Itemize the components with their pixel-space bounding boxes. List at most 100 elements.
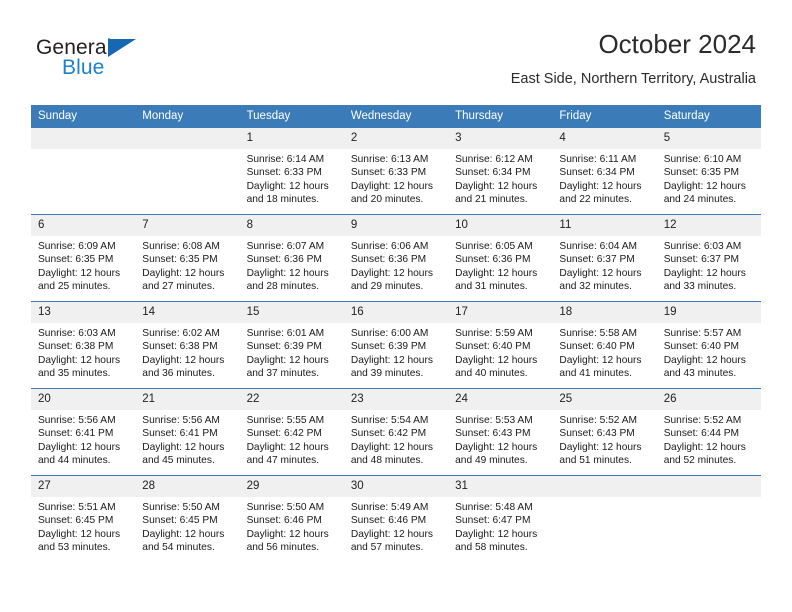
sunrise-text: Sunrise: 5:56 AM (38, 415, 116, 426)
daylight-text: Daylight: 12 hours (350, 267, 433, 279)
calendar-day-cell[interactable]: 14 Sunrise: 6:02 AM Sunset: 6:38 PM Dayligh… (135, 301, 240, 389)
weekday-header-row: Sunday Monday Tuesday Wednesday Thursday… (31, 105, 761, 128)
day-details: Sunrise: 6:10 AM Sunset: 6:35 PM Daylight:… (657, 149, 761, 207)
sunset-text: Sunset: 6:43 PM (455, 428, 531, 440)
daylight-text-cont: and 33 minutes. (663, 281, 737, 293)
day-number: 21 (135, 389, 240, 410)
calendar-day-cell[interactable]: 10 Sunrise: 6:05 AM Sunset: 6:36 PM Dayligh… (448, 214, 553, 302)
calendar-day-cell[interactable]: 11 Sunrise: 6:04 AM Sunset: 6:37 PM Dayligh… (552, 214, 657, 302)
daylight-text: Daylight: 12 hours (38, 354, 121, 366)
calendar-day-cell[interactable]: 28 Sunrise: 5:50 AM Sunset: 6:45 PM Dayligh… (135, 475, 240, 562)
calendar-day-cell[interactable]: 20 Sunrise: 5:56 AM Sunset: 6:41 PM Dayligh… (31, 388, 136, 476)
calendar-day-cell[interactable]: 8 Sunrise: 6:07 AM Sunset: 6:36 PM Daylight… (239, 214, 344, 302)
calendar-day-cell[interactable]: 9 Sunrise: 6:06 AM Sunset: 6:36 PM Daylight… (343, 214, 449, 302)
calendar-day-cell[interactable]: 31 Sunrise: 5:48 AM Sunset: 6:47 PM Dayligh… (448, 475, 553, 562)
daylight-text: Daylight: 12 hours (38, 267, 121, 279)
calendar-day-cell[interactable]: 1 Sunrise: 6:14 AM Sunset: 6:33 PM Daylight… (239, 127, 344, 215)
calendar-day-cell[interactable]: 13 Sunrise: 6:03 AM Sunset: 6:38 PM Dayligh… (31, 301, 136, 389)
daylight-text-cont: and 48 minutes. (350, 455, 424, 467)
calendar-week-row: 20 Sunrise: 5:56 AM Sunset: 6:41 PM Dayligh… (31, 388, 761, 476)
day-details: Sunrise: 6:01 AM Sunset: 6:39 PM Daylight:… (240, 323, 344, 381)
daylight-text-cont: and 49 minutes. (455, 455, 528, 467)
calendar-day-cell[interactable]: 2 Sunrise: 6:13 AM Sunset: 6:33 PM Daylight… (343, 127, 449, 215)
calendar-day-cell[interactable]: 3 Sunrise: 6:12 AM Sunset: 6:34 PM Daylight… (448, 127, 553, 215)
calendar-day-cell[interactable]: 5 Sunrise: 6:10 AM Sunset: 6:35 PM Daylight… (656, 127, 761, 215)
page-title: October 2024 (598, 29, 756, 59)
calendar-day-cell[interactable]: 25 Sunrise: 5:52 AM Sunset: 6:43 PM Dayligh… (552, 388, 657, 476)
calendar-day-cell[interactable]: 30 Sunrise: 5:49 AM Sunset: 6:46 PM Dayligh… (343, 475, 449, 562)
daylight-text-cont: and 43 minutes. (663, 368, 737, 380)
calendar-week-row: 1 Sunrise: 6:14 AM Sunset: 6:33 PM Daylight… (31, 127, 761, 215)
daylight-text: Daylight: 12 hours (142, 528, 225, 540)
day-number (31, 128, 136, 149)
day-details: Sunrise: 5:56 AM Sunset: 6:41 PM Daylight:… (31, 410, 135, 468)
daylight-text-cont: and 27 minutes. (142, 281, 215, 293)
sunrise-text: Sunrise: 5:48 AM (455, 502, 533, 513)
calendar-day-cell[interactable]: 19 Sunrise: 5:57 AM Sunset: 6:40 PM Dayligh… (656, 301, 761, 389)
day-number: 18 (552, 302, 657, 323)
day-details: Sunrise: 6:12 AM Sunset: 6:34 PM Daylight:… (448, 149, 552, 207)
daylight-text-cont: and 53 minutes. (38, 542, 111, 554)
calendar-day-cell[interactable]: 24 Sunrise: 5:53 AM Sunset: 6:43 PM Dayligh… (448, 388, 553, 476)
calendar-day-cell[interactable]: 23 Sunrise: 5:54 AM Sunset: 6:42 PM Dayligh… (343, 388, 449, 476)
calendar-day-cell[interactable]: 27 Sunrise: 5:51 AM Sunset: 6:45 PM Dayligh… (31, 475, 136, 562)
daylight-text-cont: and 24 minutes. (663, 194, 737, 206)
sunset-text: Sunset: 6:39 PM (246, 341, 322, 353)
sunrise-text: Sunrise: 6:07 AM (246, 241, 325, 252)
daylight-text: Daylight: 12 hours (350, 354, 433, 366)
sunrise-text: Sunrise: 5:57 AM (663, 328, 742, 339)
sunset-text: Sunset: 6:34 PM (455, 167, 531, 179)
sunrise-text: Sunrise: 6:00 AM (350, 328, 429, 339)
day-number: 7 (135, 215, 240, 236)
day-number (552, 476, 657, 497)
daylight-text-cont: and 39 minutes. (350, 368, 424, 380)
calendar-day-cell-empty (552, 475, 657, 562)
calendar-day-cell[interactable]: 18 Sunrise: 5:58 AM Sunset: 6:40 PM Dayligh… (552, 301, 657, 389)
calendar-day-cell[interactable]: 29 Sunrise: 5:50 AM Sunset: 6:46 PM Dayligh… (239, 475, 344, 562)
calendar-day-cell[interactable]: 17 Sunrise: 5:59 AM Sunset: 6:40 PM Dayligh… (448, 301, 553, 389)
day-number (135, 128, 240, 149)
day-details: Sunrise: 5:56 AM Sunset: 6:41 PM Daylight:… (135, 410, 239, 468)
daylight-text-cont: and 52 minutes. (663, 455, 737, 467)
calendar-day-cell[interactable]: 16 Sunrise: 6:00 AM Sunset: 6:39 PM Dayligh… (343, 301, 449, 389)
sunset-text: Sunset: 6:37 PM (559, 254, 635, 266)
daylight-text-cont: and 29 minutes. (350, 281, 424, 293)
calendar-day-cell[interactable]: 21 Sunrise: 5:56 AM Sunset: 6:41 PM Dayligh… (135, 388, 240, 476)
calendar-day-cell[interactable]: 7 Sunrise: 6:08 AM Sunset: 6:35 PM Daylight… (135, 214, 240, 302)
day-details: Sunrise: 6:09 AM Sunset: 6:35 PM Daylight:… (31, 236, 135, 294)
calendar-day-cell-empty (31, 127, 136, 215)
daylight-text-cont: and 25 minutes. (38, 281, 111, 293)
daylight-text: Daylight: 12 hours (663, 354, 746, 366)
sunrise-text: Sunrise: 5:50 AM (142, 502, 220, 513)
calendar-day-cell[interactable]: 26 Sunrise: 5:52 AM Sunset: 6:44 PM Dayligh… (656, 388, 761, 476)
calendar-day-cell[interactable]: 22 Sunrise: 5:55 AM Sunset: 6:42 PM Dayligh… (239, 388, 344, 476)
day-number: 10 (448, 215, 553, 236)
sunrise-text: Sunrise: 5:52 AM (663, 415, 742, 426)
generalblue-logo[interactable]: General Blue (36, 36, 236, 90)
daylight-text: Daylight: 12 hours (559, 354, 642, 366)
daylight-text: Daylight: 12 hours (663, 267, 746, 279)
calendar-day-cell[interactable]: 4 Sunrise: 6:11 AM Sunset: 6:34 PM Daylight… (552, 127, 657, 215)
sunrise-text: Sunrise: 6:05 AM (455, 241, 533, 252)
daylight-text-cont: and 58 minutes. (455, 542, 528, 554)
calendar-day-cell[interactable]: 12 Sunrise: 6:03 AM Sunset: 6:37 PM Dayligh… (656, 214, 761, 302)
day-number: 22 (239, 389, 344, 410)
calendar-day-cell[interactable]: 15 Sunrise: 6:01 AM Sunset: 6:39 PM Dayligh… (239, 301, 344, 389)
daylight-text: Daylight: 12 hours (559, 441, 642, 453)
day-details: Sunrise: 5:57 AM Sunset: 6:40 PM Daylight:… (657, 323, 761, 381)
sunrise-text: Sunrise: 6:01 AM (246, 328, 325, 339)
sunset-text: Sunset: 6:41 PM (38, 428, 114, 440)
calendar-day-cell[interactable]: 6 Sunrise: 6:09 AM Sunset: 6:35 PM Daylight… (31, 214, 136, 302)
daylight-text: Daylight: 12 hours (455, 354, 538, 366)
sunset-text: Sunset: 6:46 PM (246, 515, 322, 527)
day-details (31, 149, 135, 153)
daylight-text: Daylight: 12 hours (559, 267, 642, 279)
calendar-page: General Blue October 2024 East Side, Nor… (0, 0, 792, 612)
daylight-text-cont: and 40 minutes. (455, 368, 528, 380)
logo-triangle-icon (108, 39, 136, 57)
day-number: 5 (656, 128, 761, 149)
day-details: Sunrise: 5:58 AM Sunset: 6:40 PM Daylight:… (552, 323, 656, 381)
day-number: 16 (343, 302, 449, 323)
sunset-text: Sunset: 6:39 PM (350, 341, 427, 353)
day-number: 8 (239, 215, 344, 236)
